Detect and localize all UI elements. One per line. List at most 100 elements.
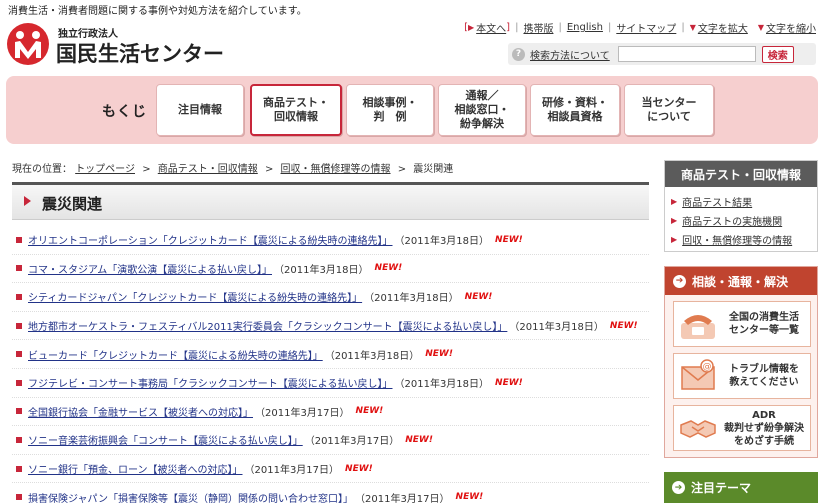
bullet-icon [16,265,22,272]
breadcrumb-link-product-tests[interactable]: 商品テスト・回収情報 [158,164,258,175]
triangle-icon [24,196,31,206]
news-link[interactable]: シティカードジャパン「クレジットカード【震災による紛失時の連絡先】」 [28,289,362,304]
triangle-icon: ▼ [689,23,696,32]
handshake-icon [680,420,716,438]
bullet-icon [16,465,22,472]
sidebar-consultation: ➔ 相談・通報・解決 全国の消費生活 センター等一覧 @ トラブル情報を 教えて… [664,266,818,458]
new-badge: NEW! [345,463,373,474]
sitemap-link[interactable]: サイトマップ [616,20,676,35]
arrow-right-icon: ▶ [671,197,678,206]
mobile-link[interactable]: 携帯版 [523,20,553,35]
new-badge: NEW! [609,320,638,331]
nav-tab-product-tests[interactable]: 商品テスト・ 回収情報 [250,84,342,136]
news-date: （2011年3月17日） [255,407,350,419]
search-input[interactable] [617,46,756,62]
text-bigger-link[interactable]: 文字を拡大 [698,20,748,35]
bullet-icon [16,379,22,386]
list-item: ソニー銀行「預金、ローン【被災者への対応】」 （2011年3月17日） NEW! [12,455,649,484]
site-logo[interactable]: 独立行政法人 国民生活センター [6,22,226,66]
nav-tab-training[interactable]: 研修・資料・ 相談員資格 [530,84,620,136]
search-help-link[interactable]: 検索方法について [530,47,610,62]
news-link[interactable]: 損害保険ジャパン「損害保険等【震災（静岡）関係の問い合わせ窓口】」 [28,490,353,503]
banner-adr[interactable]: ADR 裁判せず紛争解決 をめざす手続 [673,405,811,451]
sidebar-item[interactable]: ▶ 商品テスト結果 [671,192,811,211]
news-link[interactable]: ビューカード「クレジットカード【震災による紛失時の連絡先】」 [28,347,323,362]
news-link[interactable]: ソニー銀行「預金、ローン【被災者への対応】」 [28,461,243,476]
sidebar-item[interactable]: ▶ 回収・無償修理等の情報 [671,230,811,249]
breadcrumb: 現在の位置： トップページ > 商品テスト・回収情報 > 回収・無償修理等の情報… [12,164,454,175]
news-date: （2011年3月18日） [324,350,420,362]
banner-label: トラブル情報を 教えてください [729,364,799,388]
circle-arrow-icon: ➔ [673,274,686,288]
sidebar-heading-label: 相談・通報・解決 [692,274,789,289]
text-smaller-link[interactable]: 文字を縮小 [766,20,816,35]
svg-text:@: @ [703,362,712,372]
list-item: フジテレビ・コンサート事務局「クラシックコンサート【震災による払い戻し】」 （20… [12,369,649,398]
sidebar-heading: ➔ 相談・通報・解決 [665,267,817,295]
text-version-link[interactable]: 本文へ [476,20,506,35]
news-date: （2011年3月17日） [304,436,400,448]
new-badge: NEW! [374,263,403,274]
bullet-icon [16,494,22,501]
logo-title: 国民生活センター [56,42,224,66]
english-link[interactable]: English [567,22,603,33]
list-item: ソニー音楽芸術振興会「コンサート【震災による払い戻し】」 （2011年3月17日）… [12,426,649,455]
bullet-icon [16,351,22,358]
bullet-icon [16,408,22,415]
sidebar-product-tests: 商品テスト・回収情報 ▶ 商品テスト結果 ▶ 商品テストの実施機関 ▶ 回収・無償修理… [664,160,818,252]
news-link[interactable]: 全国銀行協会「金融サービス【被災者への対応】」 [28,404,253,419]
new-badge: NEW! [405,434,433,445]
search-button[interactable]: 検索 [761,45,794,63]
nav-tab-reporting[interactable]: 通報／ 相談窓口・ 紛争解決 [438,84,526,136]
banner-trouble-report[interactable]: @ トラブル情報を 教えてください [673,353,811,399]
list-item: 全国銀行協会「金融サービス【被災者への対応】」 （2011年3月17日） NEW! [12,398,649,427]
banner-label: ADR 裁判せず紛争解決 をめざす手続 [724,409,804,447]
new-badge: NEW! [355,406,384,417]
mail-icon: @ [681,359,715,390]
news-link[interactable]: フジテレビ・コンサート事務局「クラシックコンサート【震災による払い戻し】」 [28,375,393,390]
bullet-icon [16,236,22,243]
utility-nav: [ ▶ 本文へ ] | 携帯版 | English | サイトマップ | ▼ 文… [464,20,816,35]
sidebar-link-label: 商品テスト結果 [682,198,753,209]
triangle-icon: ▶ [468,23,475,32]
nav-title: もくじ [102,104,147,120]
news-link[interactable]: コマ・スタジアム「演歌公演【震災による払い戻し】」 [28,261,272,276]
news-date: （2011年3月17日） [244,465,340,477]
sidebar-link-label: 回収・無償修理等の情報 [682,236,793,247]
banner-center-list[interactable]: 全国の消費生活 センター等一覧 [673,301,811,347]
news-date: （2011年3月18日） [394,236,490,248]
main-nav: もくじ 注目情報 商品テスト・ 回収情報 相談事例・ 判 例 通報／ 相談窓口・… [6,76,818,144]
list-item: 地方都市オーケストラ・フェスティバル2011実行委員会「クラシックコンサート【震… [12,312,649,341]
news-date: （2011年3月18日） [364,293,459,305]
sidebar-heading-label: 注目テーマ [691,481,752,495]
news-date: （2011年3月18日） [394,379,490,391]
news-link[interactable]: オリエントコーポレーション「クレジットカード【震災による紛失時の連絡先】」 [28,232,393,247]
sidebar-item[interactable]: ▶ 商品テストの実施機関 [671,211,811,230]
banner-label: 全国の消費生活 センター等一覧 [729,312,799,336]
sidebar-link-label: 商品テストの実施機関 [682,217,783,228]
news-list: オリエントコーポレーション「クレジットカード【震災による紛失時の連絡先】」 （20… [12,226,649,503]
breadcrumb-prefix: 現在の位置： [12,164,72,175]
breadcrumb-link-recall[interactable]: 回収・無償修理等の情報 [281,164,391,175]
nav-tab-featured[interactable]: 注目情報 [156,84,244,136]
news-link[interactable]: ソニー音楽芸術振興会「コンサート【震災による払い戻し】」 [28,432,303,447]
logo-mark-icon [7,23,49,65]
sidebar-heading: 商品テスト・回収情報 [665,161,817,187]
new-badge: NEW! [464,291,493,302]
news-date: （2011年3月17日） [355,493,450,503]
arrow-right-icon: ▶ [671,235,678,244]
bullet-icon [16,322,22,329]
phone-icon [681,315,715,339]
new-badge: NEW! [425,349,453,360]
new-badge: NEW! [495,377,523,388]
new-badge: NEW! [455,492,484,503]
page-header: 震災関連 [12,182,649,220]
nav-tab-case-studies[interactable]: 相談事例・ 判 例 [346,84,434,136]
arrow-right-icon: ▶ [671,216,678,225]
news-link[interactable]: 地方都市オーケストラ・フェスティバル2011実行委員会「クラシックコンサート【震… [28,318,507,333]
bullet-icon [16,293,22,300]
nav-tab-about[interactable]: 当センター について [624,84,714,136]
breadcrumb-link-top[interactable]: トップページ [75,164,135,175]
help-icon: ? [512,47,525,61]
list-item: オリエントコーポレーション「クレジットカード【震災による紛失時の連絡先】」 （20… [12,226,649,255]
